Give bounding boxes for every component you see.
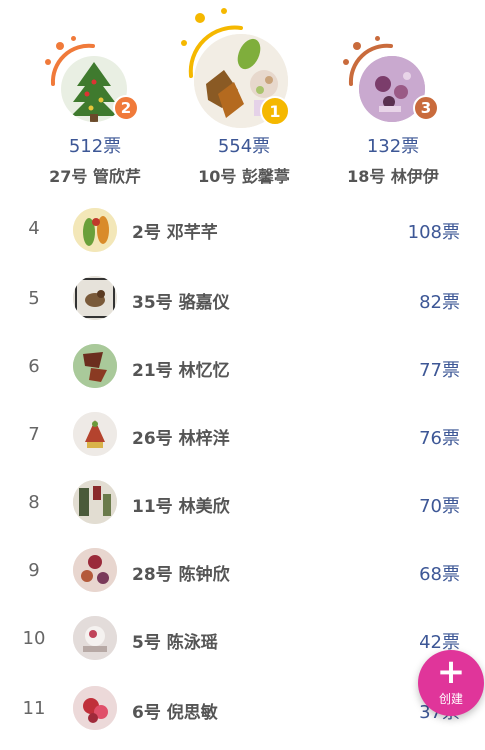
plus-icon: + (436, 652, 466, 692)
vote-count: 77票 (419, 360, 460, 381)
contestant-name: 5号 陈泳瑶 (132, 633, 218, 653)
rank-badge-label: 1 (269, 101, 281, 121)
rank-number: 7 (28, 424, 40, 445)
avatar[interactable] (73, 208, 117, 252)
podium-first[interactable]: 1 554票 10号 彭馨葶 (174, 0, 314, 196)
avatar[interactable] (73, 344, 117, 388)
create-button[interactable]: + 创建 (418, 650, 484, 716)
vote-count: 512票 (68, 136, 122, 157)
rank-number: 4 (28, 218, 40, 239)
vote-count: 68票 (419, 564, 460, 585)
avatar[interactable] (73, 412, 117, 456)
avatar[interactable] (73, 616, 117, 660)
sparkle-dot-icon (56, 42, 64, 50)
list-item[interactable]: 5 35号 骆嘉仪 82票 (0, 264, 485, 332)
contestant-name: 27号 管欣芹 (49, 167, 141, 186)
sparkle-dot-icon (71, 36, 76, 41)
sparkle-dot-icon (45, 59, 51, 65)
rank-badge: 3 (413, 95, 439, 121)
artwork-thumbnail-icon (73, 616, 117, 660)
vote-count: 76票 (419, 428, 460, 449)
contestant-name: 28号 陈钟欣 (132, 565, 230, 585)
vote-count: 554票 (217, 136, 271, 157)
list-item[interactable]: 7 26号 林梓洋 76票 (0, 400, 485, 468)
rank-number: 9 (28, 560, 40, 581)
list-item[interactable]: 11 6号 倪思敏 37票 (0, 672, 485, 740)
rank-badge: 1 (260, 96, 290, 126)
contestant-name: 35号 骆嘉仪 (132, 293, 230, 313)
rank-number: 10 (22, 628, 46, 649)
create-button-label: 创建 (438, 692, 463, 706)
contestant-name: 2号 邓芊芊 (132, 223, 218, 243)
vote-count: 132票 (366, 136, 420, 157)
avatar[interactable] (73, 480, 117, 524)
avatar[interactable] (73, 276, 117, 320)
artwork-thumbnail-icon (73, 548, 117, 592)
contestant-name: 10号 彭馨葶 (198, 167, 290, 186)
sparkle-dot-icon (353, 42, 361, 50)
contestant-name: 21号 林忆忆 (132, 361, 230, 381)
sparkle-dot-icon (375, 36, 380, 41)
contestant-name: 6号 倪思敏 (132, 703, 218, 723)
podium-third[interactable]: 3 132票 18号 林伊伊 (323, 0, 463, 196)
leaderboard-podium: 2 512票 27号 管欣芹 1 554票 10号 彭馨葶 3 132票 18号… (0, 0, 485, 196)
sparkle-dot-icon (195, 13, 205, 23)
avatar[interactable] (73, 548, 117, 592)
avatar[interactable] (73, 686, 117, 730)
artwork-thumbnail-icon (73, 412, 117, 456)
list-item[interactable]: 6 21号 林忆忆 77票 (0, 332, 485, 400)
rank-badge-label: 3 (420, 99, 432, 117)
artwork-thumbnail-icon (73, 276, 117, 320)
rank-badge: 2 (113, 95, 139, 121)
contestant-name: 11号 林美欣 (132, 497, 230, 517)
vote-count: 108票 (407, 222, 460, 243)
vote-count: 82票 (419, 292, 460, 313)
sparkle-dot-icon (181, 40, 187, 46)
rank-badge-label: 2 (120, 99, 132, 117)
rank-number: 6 (28, 356, 40, 377)
podium-second[interactable]: 2 512票 27号 管欣芹 (25, 0, 165, 196)
list-item[interactable]: 9 28号 陈钟欣 68票 (0, 536, 485, 604)
vote-count: 70票 (419, 496, 460, 517)
contestant-name: 26号 林梓洋 (132, 429, 230, 449)
sparkle-dot-icon (343, 59, 349, 65)
artwork-thumbnail-icon (73, 480, 117, 524)
contestant-name: 18号 林伊伊 (347, 167, 439, 186)
artwork-thumbnail-icon (73, 344, 117, 388)
list-item[interactable]: 4 2号 邓芊芊 108票 (0, 196, 485, 264)
artwork-thumbnail-icon (73, 208, 117, 252)
rank-number: 8 (28, 492, 40, 513)
rank-number: 5 (28, 288, 40, 309)
rank-number: 11 (22, 698, 46, 719)
sparkle-dot-icon (221, 8, 227, 14)
list-item[interactable]: 10 5号 陈泳瑶 42票 (0, 604, 485, 672)
artwork-thumbnail-icon (73, 686, 117, 730)
list-item[interactable]: 8 11号 林美欣 70票 (0, 468, 485, 536)
